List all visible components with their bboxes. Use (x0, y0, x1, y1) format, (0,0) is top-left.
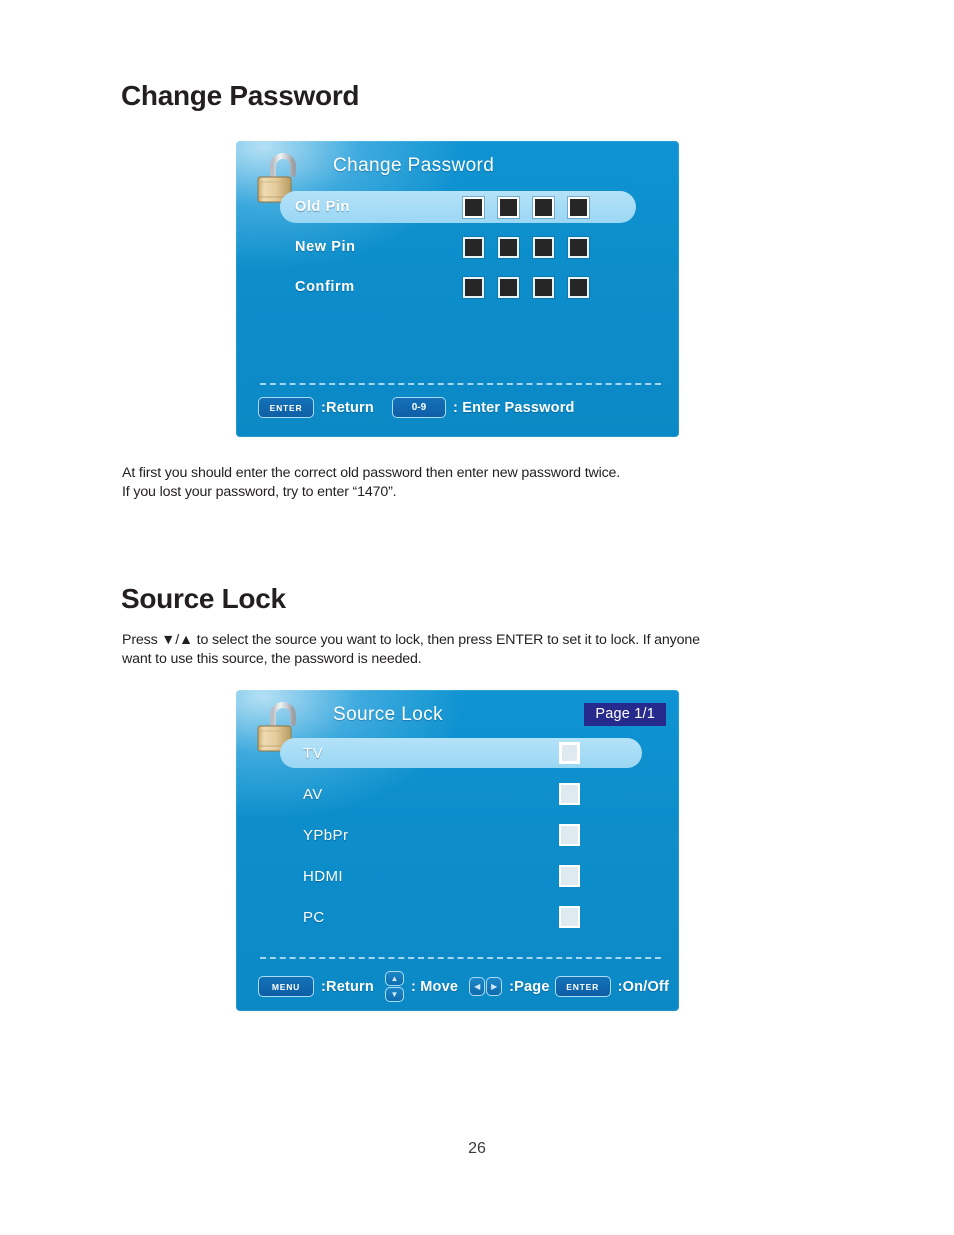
source-row-ypbpr[interactable]: YPbPr (280, 820, 642, 850)
page-title-source-lock: Source Lock (121, 583, 286, 614)
hint-label: :Return (321, 399, 374, 416)
enter-key-icon[interactable]: ENTER (554, 976, 611, 997)
pin-digit-box[interactable] (463, 196, 484, 218)
hint-return: MENU :Return (258, 976, 374, 997)
hint-label: :On/Off (617, 978, 669, 995)
pin-digit-box[interactable] (498, 236, 519, 258)
osd-hint-bar: ENTER :Return 0-9 : Enter Password (236, 383, 679, 437)
arrow-down-icon[interactable]: ▼ (384, 987, 404, 1002)
menu-key-icon[interactable]: MENU (258, 976, 314, 997)
hint-divider (260, 957, 661, 959)
row-label: New Pin (295, 239, 356, 255)
paragraph-source-lock: Press ▼/▲ to select the source you want … (122, 631, 700, 669)
pin-digit-box[interactable] (533, 276, 554, 298)
row-label: AV (303, 785, 323, 803)
pin-digit-box[interactable] (463, 276, 484, 298)
hint-divider (260, 383, 661, 385)
hint-enter-password: 0-9 : Enter Password (391, 397, 575, 418)
page-title-change-password: Change Password (121, 80, 360, 111)
pin-digit-group (463, 196, 589, 218)
lock-checkbox[interactable] (559, 824, 580, 846)
pin-digit-box[interactable] (498, 276, 519, 298)
hint-label: : Enter Password (452, 399, 575, 416)
pin-digit-box[interactable] (568, 236, 589, 258)
pin-digit-group (463, 276, 589, 298)
password-rows: Old Pin New Pin Confirm (280, 191, 636, 311)
hint-items: ENTER :Return 0-9 : Enter Password (258, 397, 669, 418)
source-row-hdmi[interactable]: HDMI (280, 861, 642, 891)
pin-digit-box[interactable] (568, 196, 589, 218)
paragraph-line: At first you should enter the correct ol… (122, 465, 621, 481)
hint-on-off: ENTER :On/Off (554, 976, 669, 997)
page-number: 26 (468, 1140, 486, 1157)
lock-checkbox[interactable] (559, 865, 580, 887)
paragraph-line: If you lost your password, try to enter … (122, 484, 397, 500)
osd-change-password-panel: Change Password Old Pin New Pin Confirm (236, 141, 679, 437)
hint-items: MENU :Return ▲ ▼ : Move ◀ ▶ :Page ENTER … (258, 971, 669, 1002)
hint-label: :Return (321, 978, 374, 995)
page-indicator-badge: Page 1/1 (584, 703, 666, 726)
paragraph-line: want to use this source, the password is… (122, 651, 422, 667)
row-label: TV (303, 744, 323, 762)
password-row-confirm[interactable]: Confirm (280, 271, 636, 303)
arrow-up-icon[interactable]: ▲ (384, 971, 404, 986)
enter-key-icon[interactable]: ENTER (258, 397, 314, 418)
pin-digit-box[interactable] (533, 236, 554, 258)
hint-return: ENTER :Return (258, 397, 374, 418)
lock-checkbox[interactable] (559, 742, 580, 764)
hint-page: ◀ ▶ :Page (469, 977, 550, 996)
row-label: HDMI (303, 867, 343, 885)
password-row-new-pin[interactable]: New Pin (280, 231, 636, 263)
pin-digit-group (463, 236, 589, 258)
lock-checkbox[interactable] (559, 906, 580, 928)
source-row-tv[interactable]: TV (280, 738, 642, 768)
row-label: Old Pin (295, 199, 350, 215)
row-label: PC (303, 908, 325, 926)
paragraph-change-password: At first you should enter the correct ol… (122, 464, 620, 502)
pin-digit-box[interactable] (533, 196, 554, 218)
lock-checkbox[interactable] (559, 783, 580, 805)
osd-source-lock-panel: Source Lock Page 1/1 TV AV YPbPr HDMI PC (236, 690, 679, 1011)
arrow-right-icon[interactable]: ▶ (486, 977, 503, 996)
pin-digit-box[interactable] (463, 236, 484, 258)
up-down-arrows-icon[interactable]: ▲ ▼ (384, 971, 404, 1002)
numeric-keys-icon[interactable]: 0-9 (391, 397, 446, 418)
arrow-left-icon[interactable]: ◀ (469, 977, 486, 996)
paragraph-line: Press ▼/▲ to select the source you want … (122, 632, 700, 648)
row-label: YPbPr (303, 826, 349, 844)
left-right-arrows-icon[interactable]: ◀ ▶ (469, 977, 503, 996)
osd-hint-bar: MENU :Return ▲ ▼ : Move ◀ ▶ :Page ENTER … (236, 957, 679, 1011)
source-row-av[interactable]: AV (280, 779, 642, 809)
osd-title: Change Password (333, 155, 495, 176)
pin-digit-box[interactable] (568, 276, 589, 298)
osd-title: Source Lock (333, 704, 444, 725)
source-list: TV AV YPbPr HDMI PC (280, 738, 642, 943)
hint-label: : Move (410, 978, 459, 995)
row-label: Confirm (295, 279, 355, 295)
hint-move: ▲ ▼ : Move (384, 971, 459, 1002)
source-row-pc[interactable]: PC (280, 902, 642, 932)
hint-label: :Page (509, 978, 550, 995)
pin-digit-box[interactable] (498, 196, 519, 218)
password-row-old-pin[interactable]: Old Pin (280, 191, 636, 223)
